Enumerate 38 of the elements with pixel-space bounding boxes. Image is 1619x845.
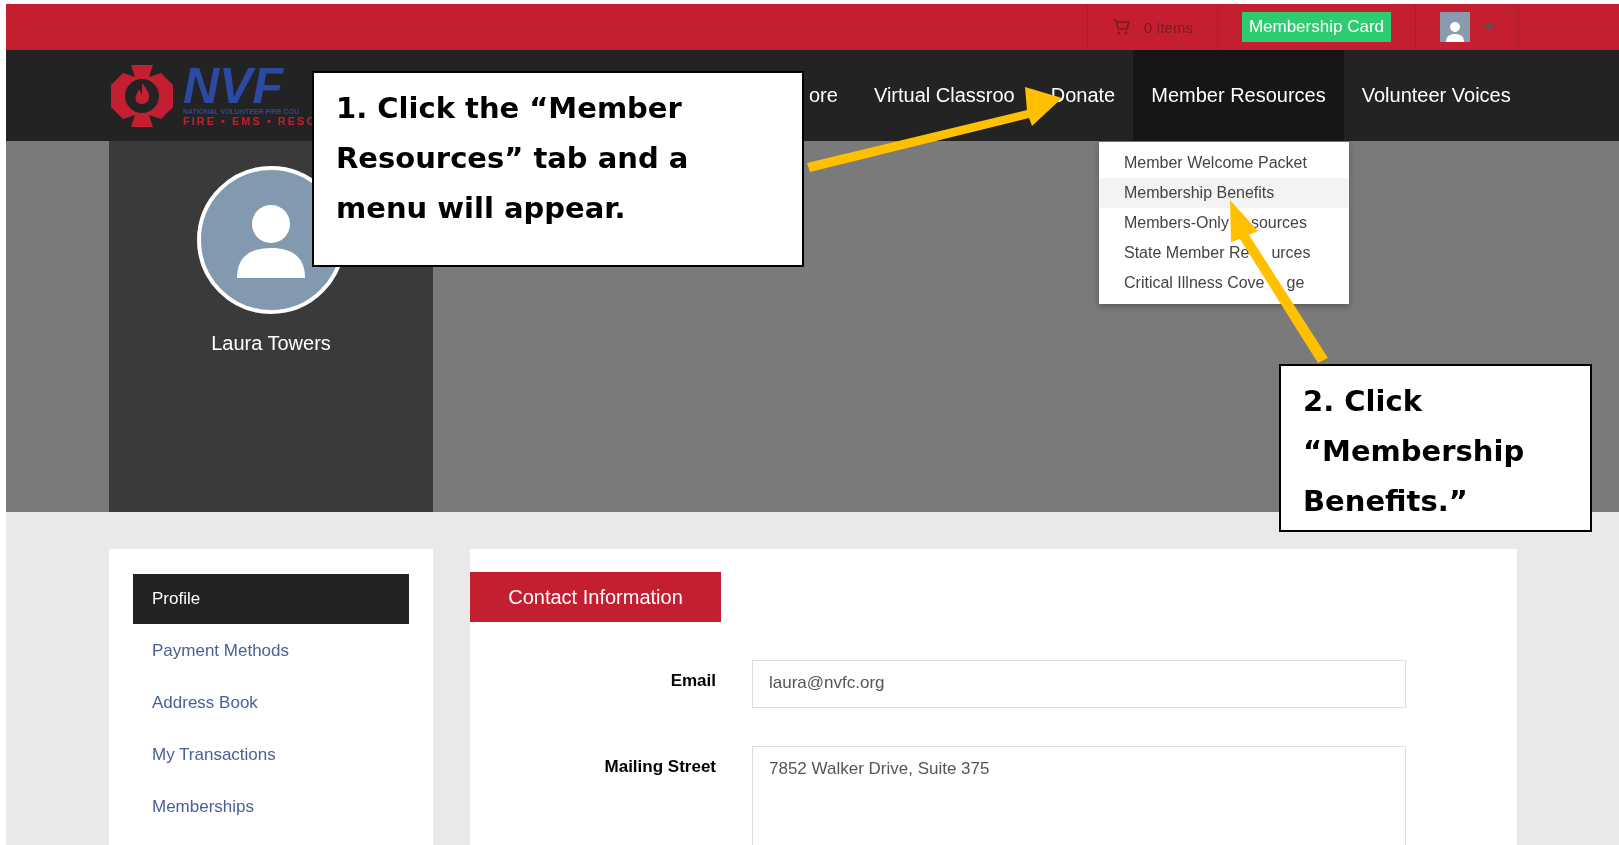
fire-badge-icon <box>109 62 175 129</box>
menu-item-text[interactable]: ge <box>1286 274 1305 292</box>
person-icon <box>1445 20 1465 42</box>
callout-text: Benefits.” <box>1303 483 1469 520</box>
sidebar-item[interactable]: Address Book <box>133 678 409 728</box>
menu-item-background[interactable]: Critical Illness Cove ge <box>1099 268 1349 298</box>
callout-text: Resources” tab and a <box>336 140 690 177</box>
textarea-field[interactable]: 7852 Walker Drive, Suite 375 <box>752 746 1406 845</box>
menu-item-text[interactable]: State Member Re <box>1124 244 1250 262</box>
sidebar-item[interactable]: Memberships <box>133 782 409 832</box>
callout-text: menu will appear. <box>336 190 627 227</box>
nav-item[interactable]: Virtual Classroo <box>855 50 1033 141</box>
menu-item-background[interactable]: State Member Re urces <box>1099 238 1349 268</box>
menu-item[interactable]: Member Welcome Packet <box>1099 148 1349 178</box>
sidebar-item[interactable]: My Transactions <box>133 730 409 780</box>
menu-item-text[interactable]: sources <box>1250 214 1307 232</box>
nav-item[interactable]: ore <box>809 50 856 141</box>
sidebar-item[interactable]: Profile <box>133 574 409 624</box>
menu-item[interactable]: Membership Benefits <box>1099 178 1349 208</box>
menu-item-text[interactable]: Critical Illness Cove <box>1124 274 1265 292</box>
callout-text: “Membership <box>1303 433 1526 470</box>
field-label: Mailing Street <box>603 756 716 778</box>
menu-item-text[interactable]: Members-Only <box>1124 214 1229 232</box>
cart-icon[interactable] <box>1111 19 1130 35</box>
menu-item-text[interactable]: urces <box>1271 244 1311 262</box>
user-avatar[interactable] <box>1440 12 1470 42</box>
caret-icon[interactable] <box>1484 24 1494 30</box>
nav-item[interactable]: Volunteer Voices <box>1343 50 1529 141</box>
logo-wordmark: NVF <box>183 64 284 108</box>
menu-item-background[interactable]: Members-Only sources <box>1099 208 1349 238</box>
sidebar-item[interactable]: Payment Methods <box>133 626 409 676</box>
callout-text: 2. Click <box>1303 383 1424 420</box>
callout-text: 1. Click the “Member <box>336 90 683 127</box>
nav-item[interactable]: Member Resources <box>1133 50 1344 141</box>
section-tab[interactable]: Contact Information <box>470 572 721 622</box>
profile-name: Laura Towers <box>211 332 331 355</box>
field-label: Email <box>669 670 716 692</box>
input-field[interactable]: laura@nvfc.org <box>752 660 1406 708</box>
